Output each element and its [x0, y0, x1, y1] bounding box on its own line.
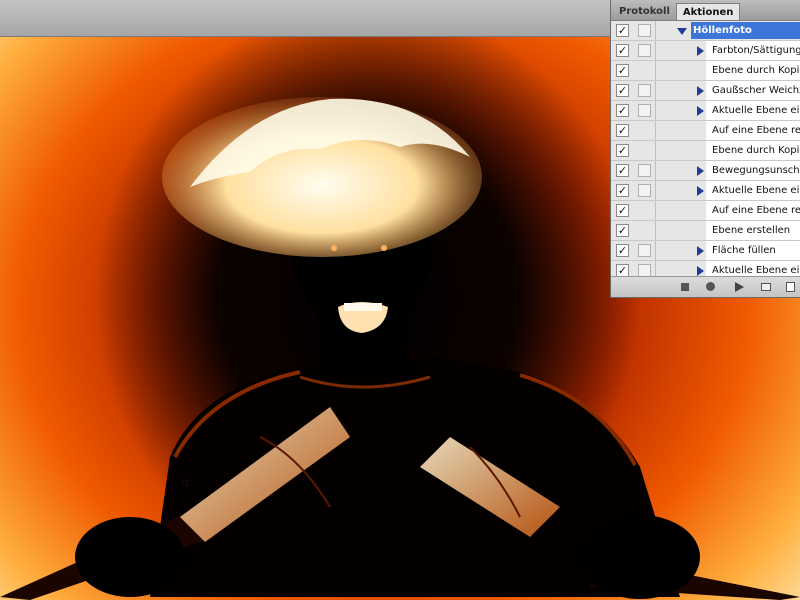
- checkmark-icon[interactable]: ✓: [616, 204, 629, 217]
- crop-cursor-icon: ⌗: [180, 473, 190, 491]
- actions-list: ✓ Höllenfoto ✓ Farbton/Sättigung ✓ Ebene…: [611, 21, 800, 281]
- checkmark-icon[interactable]: ✓: [616, 84, 629, 97]
- panel-footer: [611, 276, 800, 297]
- action-label: Ebene durch Kopie: [712, 145, 800, 156]
- action-label: Aktuelle Ebene einstellen: [712, 105, 800, 116]
- tab-protokoll[interactable]: Protokoll: [613, 3, 676, 20]
- tab-aktionen[interactable]: Aktionen: [675, 3, 741, 20]
- checkmark-icon[interactable]: ✓: [616, 124, 629, 137]
- new-set-icon[interactable]: [761, 281, 773, 293]
- dialog-toggle[interactable]: [638, 84, 651, 97]
- checkmark-icon[interactable]: ✓: [616, 44, 629, 57]
- expand-right-icon[interactable]: [697, 246, 704, 256]
- stop-icon[interactable]: [679, 281, 691, 293]
- action-row[interactable]: ✓ Fläche füllen: [611, 241, 800, 261]
- dialog-toggle[interactable]: [638, 24, 651, 37]
- action-row[interactable]: ✓ Auf eine Ebene reduzieren: [611, 201, 800, 221]
- action-label: Farbton/Sättigung: [712, 45, 800, 56]
- action-label: Ebene erstellen: [712, 225, 791, 236]
- checkmark-icon[interactable]: ✓: [616, 244, 629, 257]
- checkmark-icon[interactable]: ✓: [616, 144, 629, 157]
- expand-right-icon[interactable]: [697, 106, 704, 116]
- checkmark-icon[interactable]: ✓: [616, 164, 629, 177]
- action-label: Aktuelle Ebene einstellen: [712, 265, 800, 276]
- dialog-toggle[interactable]: [638, 44, 651, 57]
- expand-right-icon[interactable]: [697, 186, 704, 196]
- action-label: Auf eine Ebene reduzieren: [712, 125, 800, 136]
- action-row[interactable]: ✓ Gaußscher Weichzeichner: [611, 81, 800, 101]
- action-label: Gaußscher Weichzeichner: [712, 85, 800, 96]
- actions-panel: Protokoll Aktionen ✓ Höllenfoto ✓ Farbto…: [610, 0, 800, 298]
- play-icon[interactable]: [733, 281, 745, 293]
- checkmark-icon[interactable]: ✓: [616, 64, 629, 77]
- action-row[interactable]: ✓ Aktuelle Ebene einstellen: [611, 101, 800, 121]
- action-row[interactable]: ✓ Ebene erstellen: [611, 221, 800, 241]
- expand-right-icon[interactable]: [697, 166, 704, 176]
- action-row[interactable]: ✓ Bewegungsunschärfe: [611, 161, 800, 181]
- dialog-toggle[interactable]: [638, 104, 651, 117]
- action-label: Fläche füllen: [712, 245, 776, 256]
- new-action-icon[interactable]: [786, 281, 798, 293]
- action-row[interactable]: ✓ Ebene durch Kopie: [611, 141, 800, 161]
- action-row[interactable]: ✓ Auf eine Ebene reduzieren: [611, 121, 800, 141]
- dialog-toggle[interactable]: [638, 244, 651, 257]
- record-icon[interactable]: [705, 281, 717, 293]
- expand-down-icon[interactable]: [677, 28, 687, 35]
- checkmark-icon[interactable]: ✓: [616, 184, 629, 197]
- checkmark-icon[interactable]: ✓: [616, 224, 629, 237]
- checkmark-icon[interactable]: ✓: [616, 104, 629, 117]
- action-label: Bewegungsunschärfe: [712, 165, 800, 176]
- action-row[interactable]: ✓ Ebene durch Kopie: [611, 61, 800, 81]
- action-label: Auf eine Ebene reduzieren: [712, 205, 800, 216]
- checkmark-icon[interactable]: ✓: [616, 24, 629, 37]
- expand-right-icon[interactable]: [697, 86, 704, 96]
- action-set-row[interactable]: ✓ Höllenfoto: [611, 21, 800, 41]
- expand-right-icon[interactable]: [697, 266, 704, 276]
- action-row[interactable]: ✓ Farbton/Sättigung: [611, 41, 800, 61]
- dialog-toggle[interactable]: [638, 164, 651, 177]
- dialog-toggle[interactable]: [638, 184, 651, 197]
- action-row[interactable]: ✓ Aktuelle Ebene einstellen: [611, 181, 800, 201]
- action-label: Ebene durch Kopie: [712, 65, 800, 76]
- action-set-label: Höllenfoto: [691, 22, 800, 39]
- action-label: Aktuelle Ebene einstellen: [712, 185, 800, 196]
- expand-right-icon[interactable]: [697, 46, 704, 56]
- panel-tabs: Protokoll Aktionen: [611, 0, 800, 21]
